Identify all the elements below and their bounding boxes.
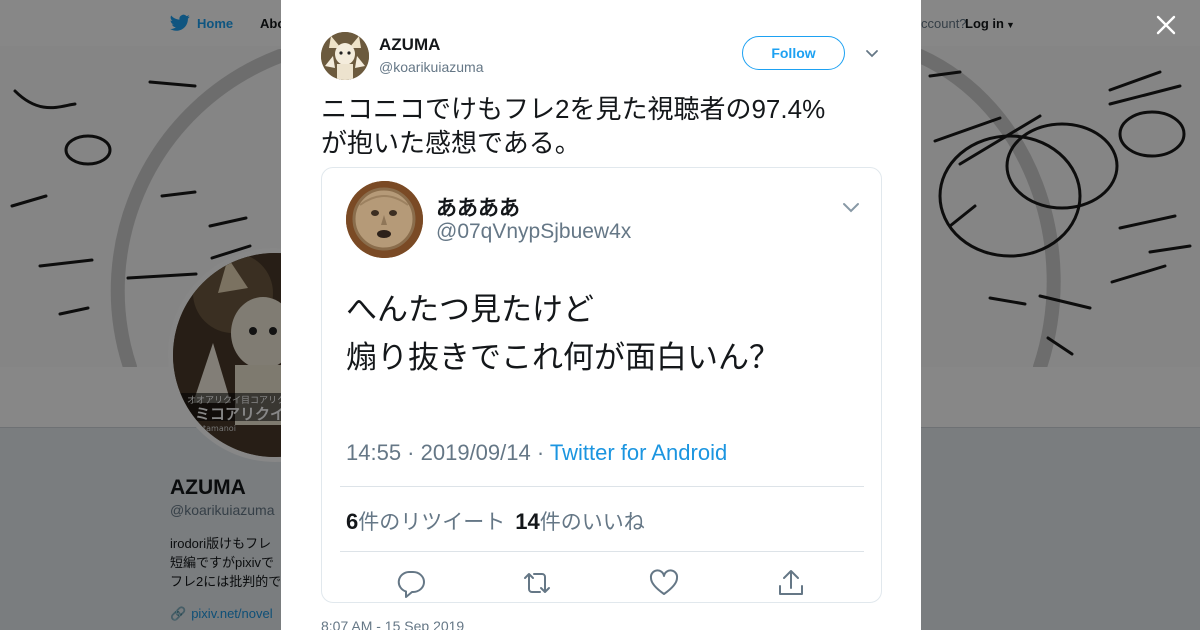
- chevron-down-icon: [843, 203, 859, 213]
- screenshot-text-line: へんたつ見たけど: [346, 292, 594, 327]
- screenshot-caret: [842, 201, 860, 213]
- tweet-text-line: が抱いた感想である。: [321, 128, 581, 158]
- retweet-icon: [524, 573, 550, 593]
- screenshot-meta: 14:55 · 2019/09/14 · Twitter for Android: [346, 440, 727, 466]
- screenshot-share-action: [776, 568, 806, 598]
- screenshot-tweet-text: へんたつ見たけど 煽り抜きでこれ何が面白いん？: [346, 286, 780, 382]
- mouth-of-truth-avatar-image: [346, 181, 423, 258]
- embedded-tweet-screenshot[interactable]: ああああ @07qVnypSjbuew4x へんたつ見たけど 煽り抜きでこれ何が…: [321, 167, 882, 603]
- screenshot-reply-action: [396, 568, 426, 598]
- author-name[interactable]: AZUMA: [379, 35, 440, 55]
- tweet-text-line: ニコニコでけもフレ2を見た視聴者の97.4%: [321, 94, 826, 124]
- tweet-modal: AZUMA @koarikuiazuma Follow ニコニコでけもフレ2を見…: [281, 0, 921, 630]
- retweets-label: 件のリツイート: [358, 511, 506, 534]
- tweet-menu-button[interactable]: [865, 46, 879, 58]
- screenshot-retweet-action: [522, 568, 552, 598]
- tweet-text: ニコニコでけもフレ2を見た視聴者の97.4% が抱いた感想である。: [321, 92, 881, 160]
- screenshot-author-handle: @07qVnypSjbuew4x: [436, 220, 632, 243]
- tweet-timestamp[interactable]: 8:07 AM - 15 Sep 2019: [321, 618, 464, 630]
- screenshot-date: 2019/09/14: [420, 440, 531, 465]
- like-icon: [649, 569, 679, 595]
- follow-button[interactable]: Follow: [742, 36, 845, 70]
- retweets-count: 6: [346, 509, 359, 534]
- meta-separator: ·: [530, 440, 550, 465]
- screenshot-author-name: ああああ: [436, 197, 520, 220]
- screenshot-stats: 6件のリツイート 14件のいいね: [346, 506, 645, 536]
- author-avatar-image: [321, 32, 369, 80]
- divider: [340, 551, 864, 552]
- likes-label: 件のいいね: [539, 511, 645, 534]
- reply-icon: [397, 571, 425, 598]
- share-icon: [779, 570, 803, 595]
- likes-count: 14: [515, 509, 540, 534]
- meta-separator: ·: [401, 440, 421, 465]
- close-button[interactable]: [1153, 12, 1179, 38]
- caret-down-icon: [866, 50, 878, 58]
- author-avatar[interactable]: [321, 32, 369, 80]
- screenshot-text-line: 煽り抜きでこれ何が面白いん？: [346, 340, 780, 375]
- author-handle[interactable]: @koarikuiazuma: [379, 59, 483, 75]
- close-icon: [1156, 15, 1176, 35]
- screenshot-client: Twitter for Android: [549, 440, 728, 465]
- screenshot-avatar: [346, 181, 423, 258]
- screenshot-time: 14:55: [346, 440, 402, 465]
- divider: [340, 486, 864, 487]
- screenshot-like-action: [649, 568, 679, 598]
